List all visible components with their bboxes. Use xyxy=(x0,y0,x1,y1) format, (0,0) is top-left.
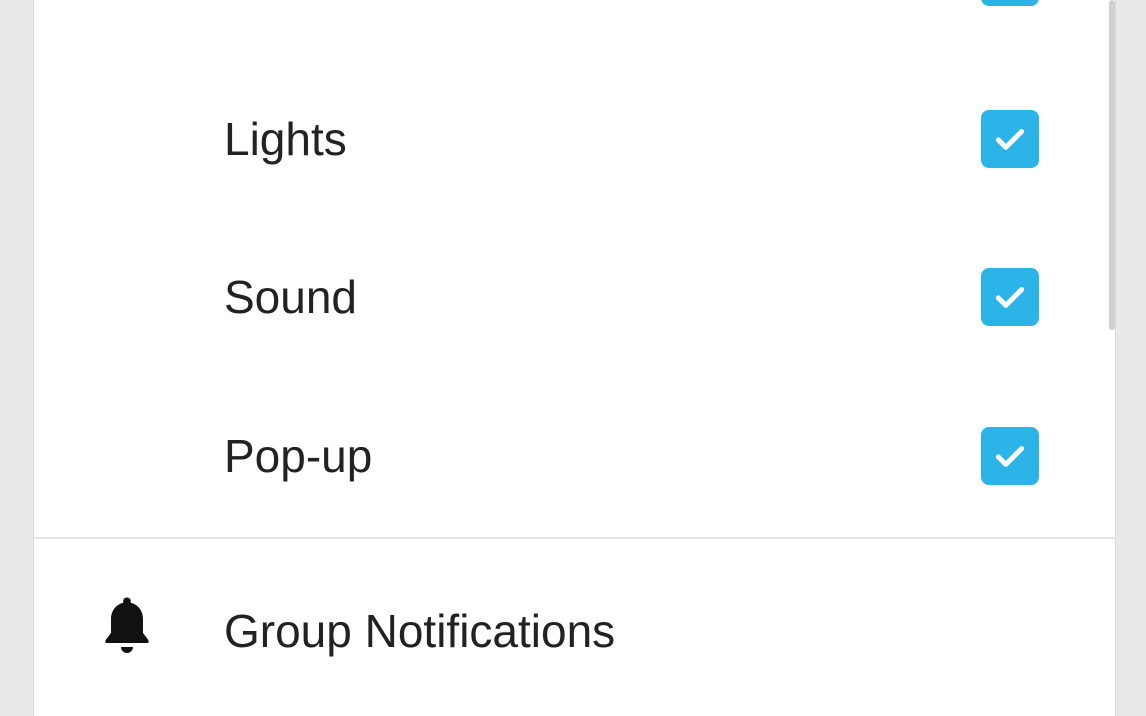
popup-checkbox[interactable] xyxy=(981,427,1039,485)
option-row-popup[interactable]: Pop-up xyxy=(34,427,1115,487)
group-notifications-row[interactable]: Group Notifications xyxy=(34,560,1115,700)
checkmark-icon xyxy=(995,446,1025,467)
option-row-lights[interactable]: Lights xyxy=(34,110,1115,170)
notification-settings-panel: Lights Sound Pop-up Group Notifications xyxy=(33,0,1116,716)
option-label-popup: Pop-up xyxy=(224,430,373,482)
scrollbar[interactable] xyxy=(1109,0,1115,330)
checkmark-icon xyxy=(995,287,1025,308)
lights-checkbox[interactable] xyxy=(981,110,1039,168)
group-notifications-label: Group Notifications xyxy=(224,605,616,657)
option-label-sound: Sound xyxy=(224,271,358,323)
bell-icon xyxy=(105,597,149,653)
option-label-lights: Lights xyxy=(224,113,347,165)
previous-option-checkbox[interactable] xyxy=(981,0,1039,6)
sound-checkbox[interactable] xyxy=(981,268,1039,326)
option-row-sound[interactable]: Sound xyxy=(34,268,1115,328)
checkmark-icon xyxy=(995,129,1025,150)
section-divider xyxy=(34,537,1115,539)
